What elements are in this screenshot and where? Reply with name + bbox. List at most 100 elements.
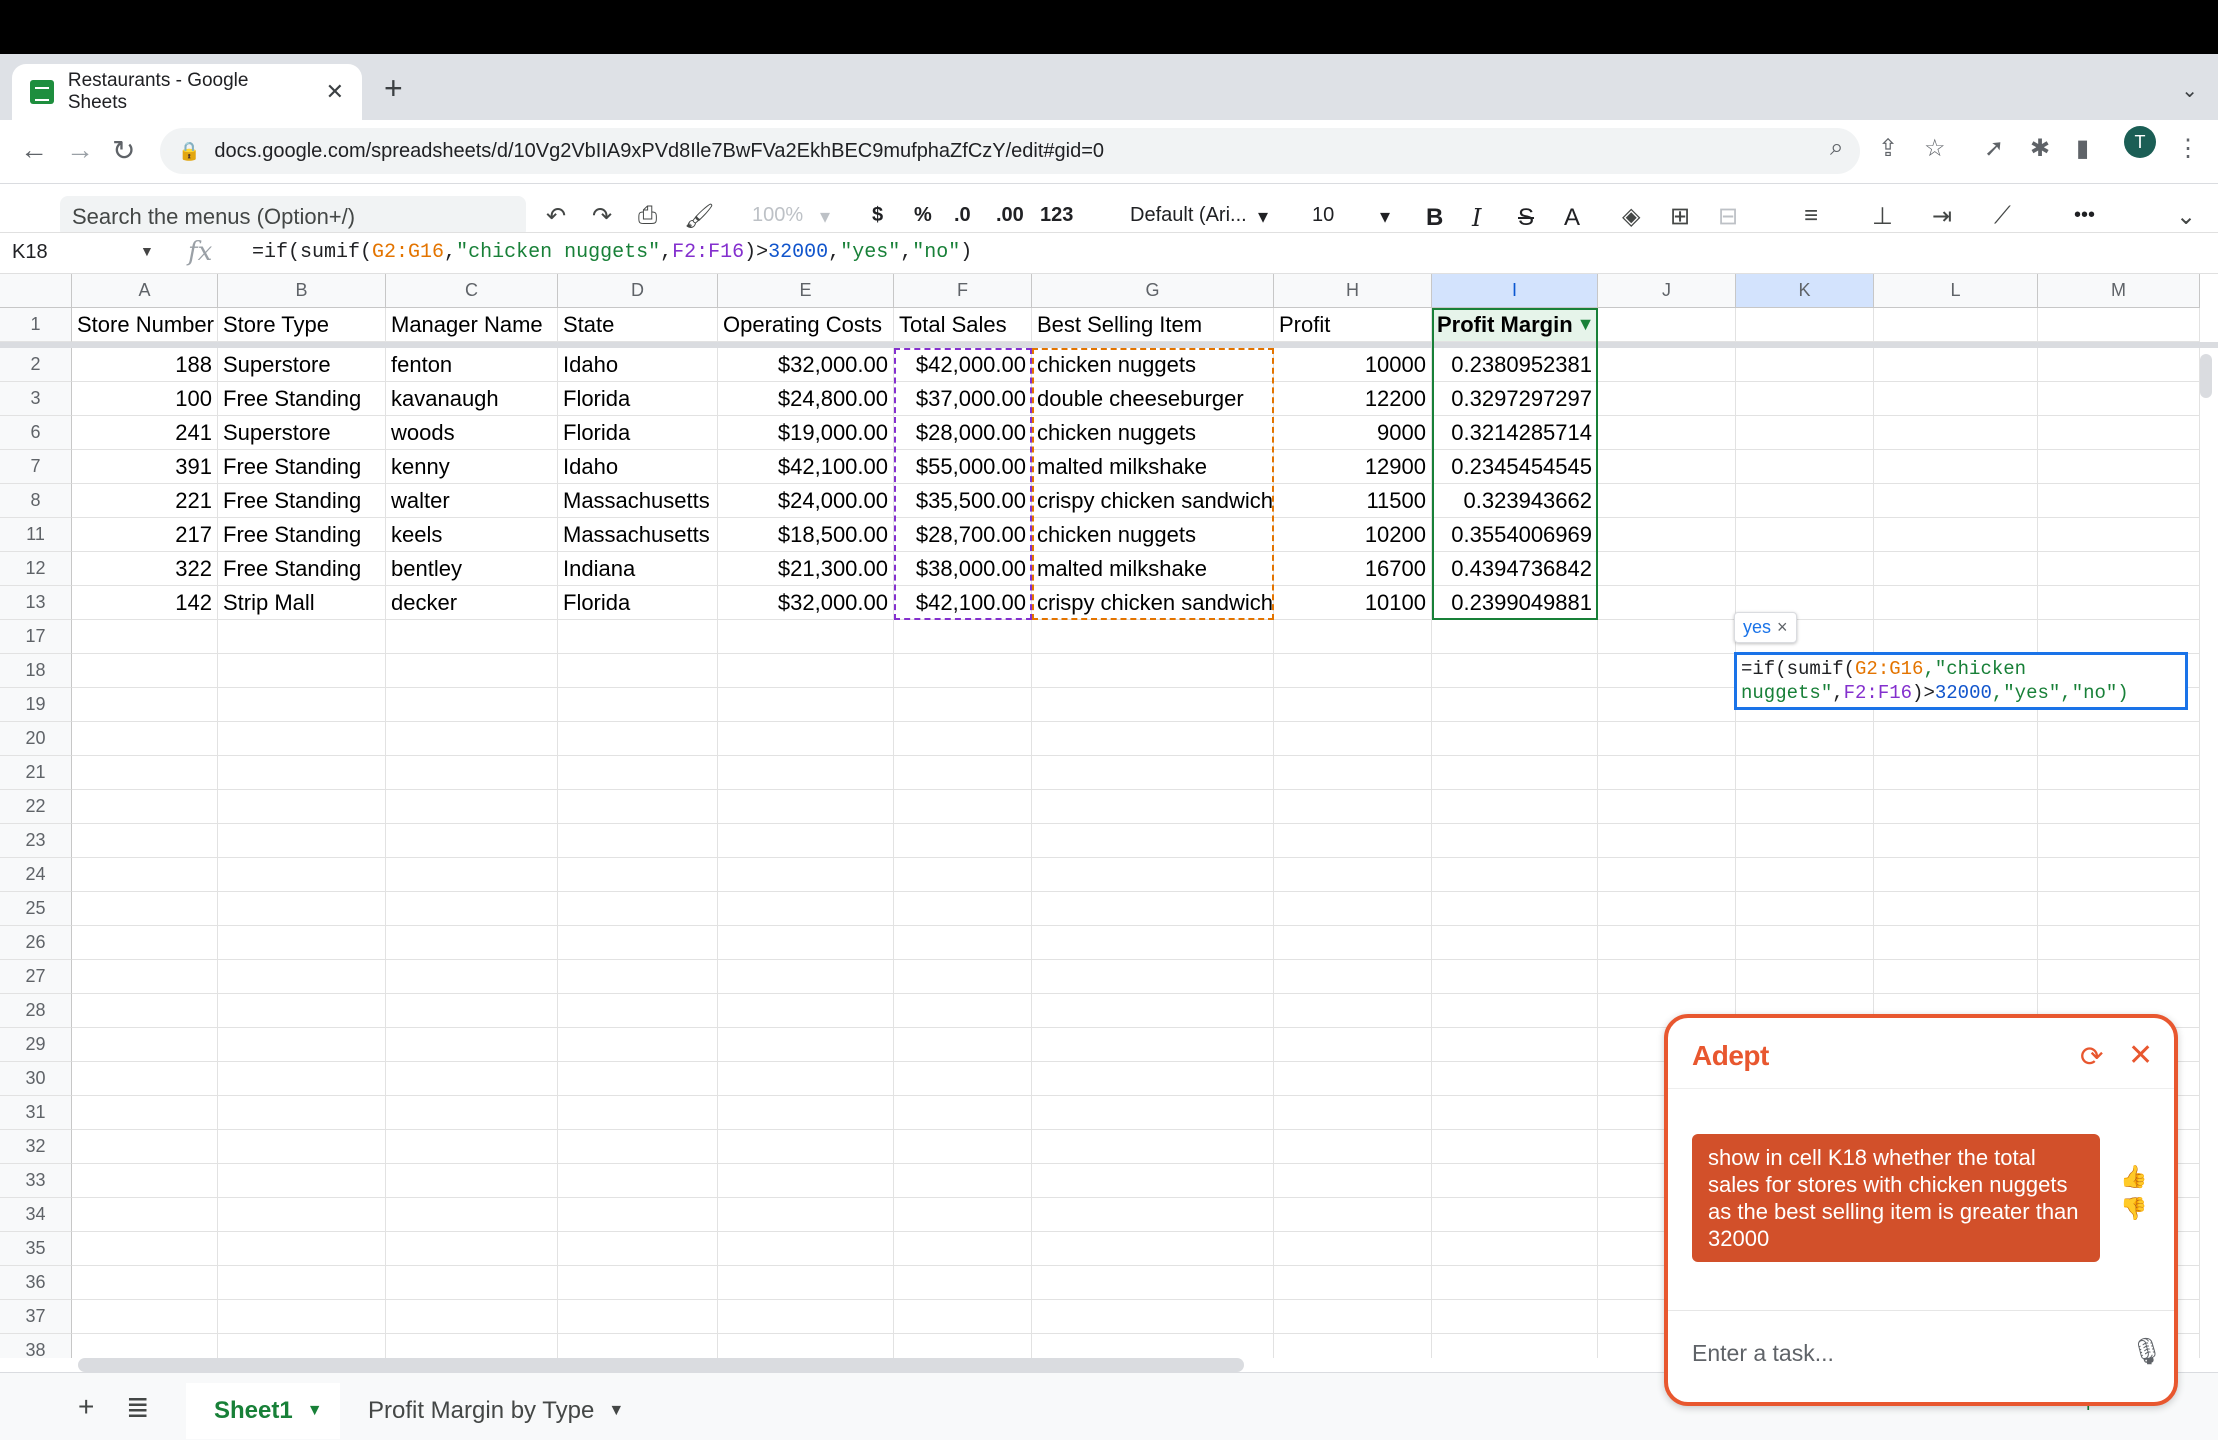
- new-tab-icon[interactable]: +: [384, 70, 403, 107]
- url-field[interactable]: 🔒 docs.google.com/spreadsheets/d/10Vg2Vb…: [160, 128, 1860, 174]
- table-cell[interactable]: [894, 858, 1032, 892]
- table-cell[interactable]: 10000: [1274, 348, 1432, 382]
- table-cell[interactable]: [1736, 484, 1874, 518]
- table-cell[interactable]: Massachusetts: [558, 484, 718, 518]
- table-cell[interactable]: [1274, 620, 1432, 654]
- table-cell[interactable]: [718, 722, 894, 756]
- table-cell[interactable]: [558, 994, 718, 1028]
- table-cell[interactable]: [72, 1164, 218, 1198]
- table-cell[interactable]: [1736, 926, 1874, 960]
- table-cell[interactable]: [718, 1028, 894, 1062]
- table-cell[interactable]: [1032, 1028, 1274, 1062]
- table-cell[interactable]: [1874, 722, 2038, 756]
- column-header[interactable]: A: [72, 274, 218, 308]
- table-cell[interactable]: [72, 1130, 218, 1164]
- row-header[interactable]: 24: [0, 858, 72, 892]
- extension-cursor-icon[interactable]: ➚: [1984, 134, 2004, 163]
- table-cell[interactable]: [218, 790, 386, 824]
- row-header[interactable]: 31: [0, 1096, 72, 1130]
- table-cell[interactable]: [72, 858, 218, 892]
- forward-icon[interactable]: →: [66, 134, 94, 166]
- table-cell[interactable]: Free Standing: [218, 518, 386, 552]
- table-cell[interactable]: kavanaugh: [386, 382, 558, 416]
- table-cell[interactable]: [1598, 416, 1736, 450]
- table-cell[interactable]: Massachusetts: [558, 518, 718, 552]
- column-header[interactable]: L: [1874, 274, 2038, 308]
- table-cell[interactable]: [894, 1028, 1032, 1062]
- table-cell[interactable]: 391: [72, 450, 218, 484]
- table-cell[interactable]: [72, 1334, 218, 1358]
- fill-color-icon[interactable]: ◈: [1622, 202, 1640, 231]
- table-cell[interactable]: [218, 994, 386, 1028]
- column-header[interactable]: B: [218, 274, 386, 308]
- italic-button[interactable]: I: [1472, 204, 1481, 232]
- table-cell[interactable]: $42,100.00: [718, 450, 894, 484]
- row-header[interactable]: 30: [0, 1062, 72, 1096]
- table-cell[interactable]: [1274, 1028, 1432, 1062]
- table-cell[interactable]: [894, 994, 1032, 1028]
- row-header[interactable]: 20: [0, 722, 72, 756]
- zoom-icon[interactable]: ⌕: [1830, 134, 1843, 162]
- decrease-decimal-button[interactable]: .0: [954, 204, 971, 227]
- table-cell[interactable]: [1432, 960, 1598, 994]
- row-header[interactable]: 3: [0, 382, 72, 416]
- table-cell[interactable]: [2038, 858, 2200, 892]
- table-cell[interactable]: [1032, 858, 1274, 892]
- table-cell[interactable]: [2038, 620, 2200, 654]
- table-cell[interactable]: [718, 892, 894, 926]
- refresh-icon[interactable]: ⟳: [2080, 1040, 2103, 1073]
- table-cell[interactable]: [894, 688, 1032, 722]
- add-sheet-icon[interactable]: +: [78, 1391, 94, 1423]
- table-cell[interactable]: [558, 960, 718, 994]
- table-cell[interactable]: [386, 1334, 558, 1358]
- table-cell[interactable]: [718, 756, 894, 790]
- table-cell[interactable]: [386, 1198, 558, 1232]
- table-cell[interactable]: kenny: [386, 450, 558, 484]
- table-cell[interactable]: [894, 790, 1032, 824]
- table-cell[interactable]: [894, 654, 1032, 688]
- table-cell[interactable]: [386, 790, 558, 824]
- table-cell[interactable]: [718, 1164, 894, 1198]
- table-cell[interactable]: [718, 1096, 894, 1130]
- table-cell[interactable]: [386, 1232, 558, 1266]
- table-cell[interactable]: $19,000.00: [718, 416, 894, 450]
- header-cell[interactable]: [1736, 308, 1874, 342]
- table-cell[interactable]: [894, 1266, 1032, 1300]
- table-cell[interactable]: [218, 1198, 386, 1232]
- table-cell[interactable]: [218, 654, 386, 688]
- table-cell[interactable]: [1432, 1130, 1598, 1164]
- table-cell[interactable]: [1736, 382, 1874, 416]
- horizontal-align-icon[interactable]: ≡: [1804, 202, 1818, 230]
- close-icon[interactable]: ×: [1777, 617, 1788, 637]
- percent-button[interactable]: %: [914, 204, 932, 227]
- table-cell[interactable]: [386, 620, 558, 654]
- table-cell[interactable]: [558, 1300, 718, 1334]
- table-cell[interactable]: [718, 994, 894, 1028]
- table-cell[interactable]: [218, 756, 386, 790]
- table-cell[interactable]: [1432, 756, 1598, 790]
- table-cell[interactable]: [1736, 790, 1874, 824]
- table-cell[interactable]: [1598, 586, 1736, 620]
- table-cell[interactable]: [2038, 756, 2200, 790]
- row-header[interactable]: 35: [0, 1232, 72, 1266]
- table-cell[interactable]: Idaho: [558, 450, 718, 484]
- table-cell[interactable]: [1032, 620, 1274, 654]
- formula-result-chip[interactable]: yes ×: [1734, 612, 1797, 643]
- table-cell[interactable]: [386, 688, 558, 722]
- table-cell[interactable]: [386, 722, 558, 756]
- table-cell[interactable]: [1736, 518, 1874, 552]
- table-cell[interactable]: [1874, 518, 2038, 552]
- table-cell[interactable]: [894, 756, 1032, 790]
- table-cell[interactable]: [1032, 1062, 1274, 1096]
- table-cell[interactable]: [718, 654, 894, 688]
- row-header[interactable]: 29: [0, 1028, 72, 1062]
- header-cell[interactable]: Total Sales: [894, 308, 1032, 342]
- table-cell[interactable]: [894, 960, 1032, 994]
- table-cell[interactable]: [718, 1130, 894, 1164]
- sheet-tab-sheet1[interactable]: Sheet1 ▼: [186, 1383, 340, 1439]
- table-cell[interactable]: [1274, 1334, 1432, 1358]
- table-cell[interactable]: [558, 1096, 718, 1130]
- header-cell[interactable]: Operating Costs: [718, 308, 894, 342]
- table-cell[interactable]: 100: [72, 382, 218, 416]
- table-cell[interactable]: [1032, 926, 1274, 960]
